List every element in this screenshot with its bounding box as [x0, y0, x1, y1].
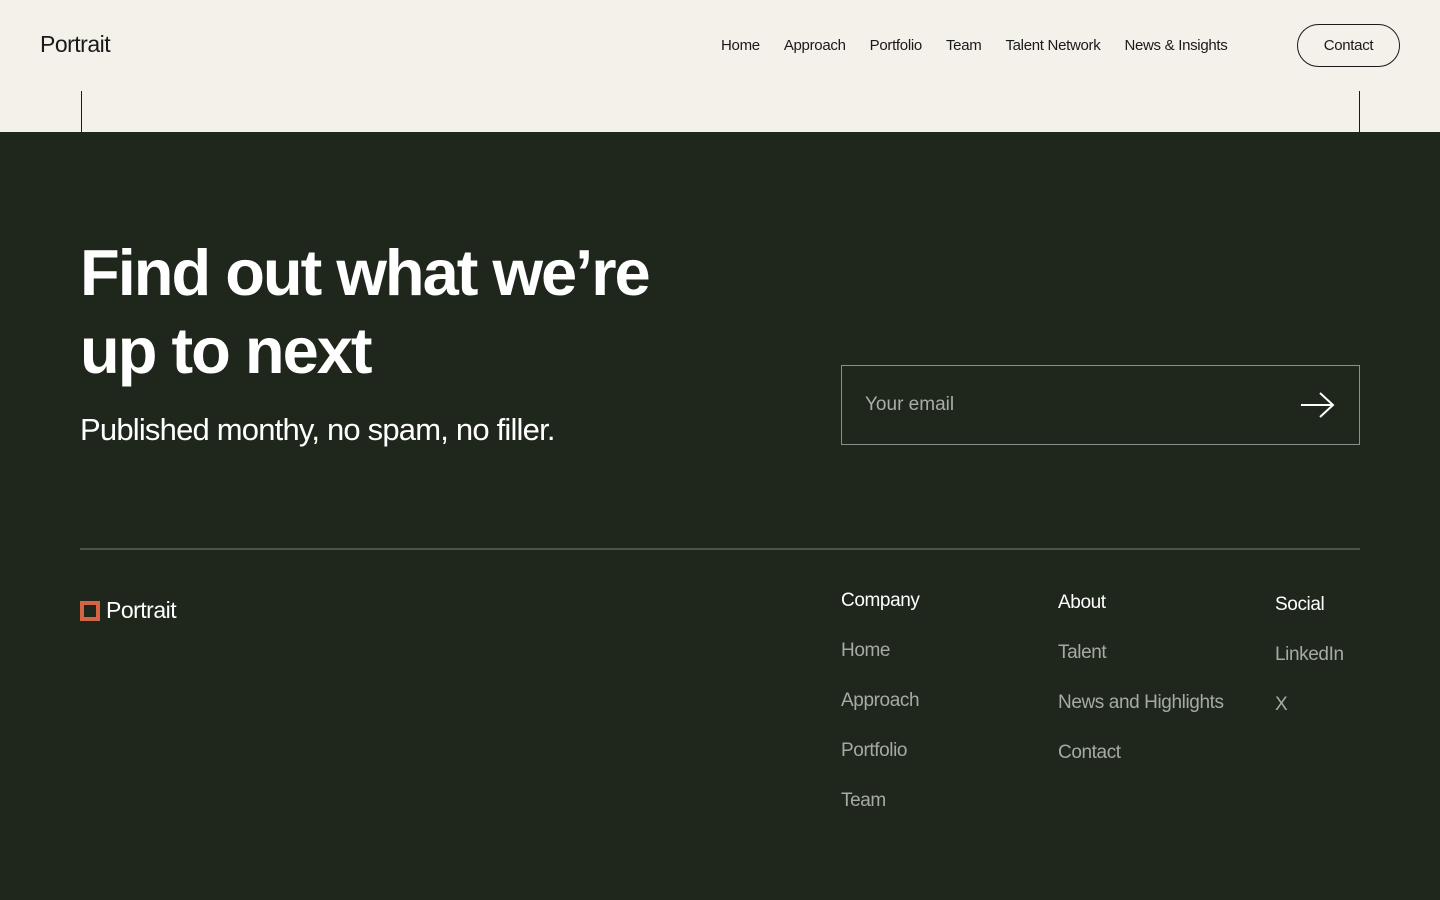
- site-footer: Find out what we’re up to next Published…: [0, 132, 1440, 900]
- column-title-social: Social: [1275, 594, 1325, 615]
- main-nav: Home Approach Portfolio Team Talent Netw…: [721, 37, 1252, 54]
- nav-talent-network[interactable]: Talent Network: [1005, 37, 1100, 54]
- footer-link-approach[interactable]: Approach: [841, 690, 920, 740]
- footer-column-social: Social LinkedIn X: [1275, 594, 1344, 744]
- right-guide-line: [1359, 91, 1360, 132]
- newsletter-subtext: Published monthy, no spam, no filler.: [80, 412, 556, 447]
- nav-team[interactable]: Team: [946, 37, 982, 54]
- contact-button[interactable]: Contact: [1297, 24, 1400, 67]
- nav-approach[interactable]: Approach: [784, 37, 846, 54]
- arrow-right-icon[interactable]: [1298, 390, 1338, 420]
- header-logo[interactable]: Portrait: [40, 31, 111, 58]
- footer-logo-text: Portrait: [106, 597, 177, 623]
- footer-link-linkedin[interactable]: LinkedIn: [1275, 644, 1344, 694]
- email-form: [841, 365, 1360, 445]
- nav-home[interactable]: Home: [721, 37, 760, 54]
- left-guide-line: [81, 91, 82, 132]
- footer-link-news-highlights[interactable]: News and Highlights: [1058, 692, 1224, 742]
- footer-link-talent[interactable]: Talent: [1058, 642, 1224, 692]
- column-title-company: Company: [841, 590, 920, 611]
- footer-link-team[interactable]: Team: [841, 790, 920, 840]
- footer-column-about: About Talent News and Highlights Contact: [1058, 592, 1224, 792]
- email-input[interactable]: [865, 366, 1285, 444]
- footer-link-home[interactable]: Home: [841, 640, 920, 690]
- newsletter-headline: Find out what we’re up to next: [80, 236, 651, 387]
- footer-link-portfolio[interactable]: Portfolio: [841, 740, 920, 790]
- logo-square-icon: [80, 600, 100, 621]
- nav-news-insights[interactable]: News & Insights: [1124, 37, 1227, 54]
- footer-link-x[interactable]: X: [1275, 694, 1344, 744]
- footer-column-company: Company Home Approach Portfolio Team: [841, 590, 920, 840]
- footer-divider: [80, 548, 1360, 550]
- section-edge-strip: [0, 91, 1440, 132]
- footer-link-contact[interactable]: Contact: [1058, 742, 1224, 792]
- column-title-about: About: [1058, 592, 1106, 613]
- footer-logo[interactable]: Portrait: [80, 597, 177, 624]
- site-header: Portrait Home Approach Portfolio Team Ta…: [0, 0, 1440, 91]
- nav-portfolio[interactable]: Portfolio: [870, 37, 923, 54]
